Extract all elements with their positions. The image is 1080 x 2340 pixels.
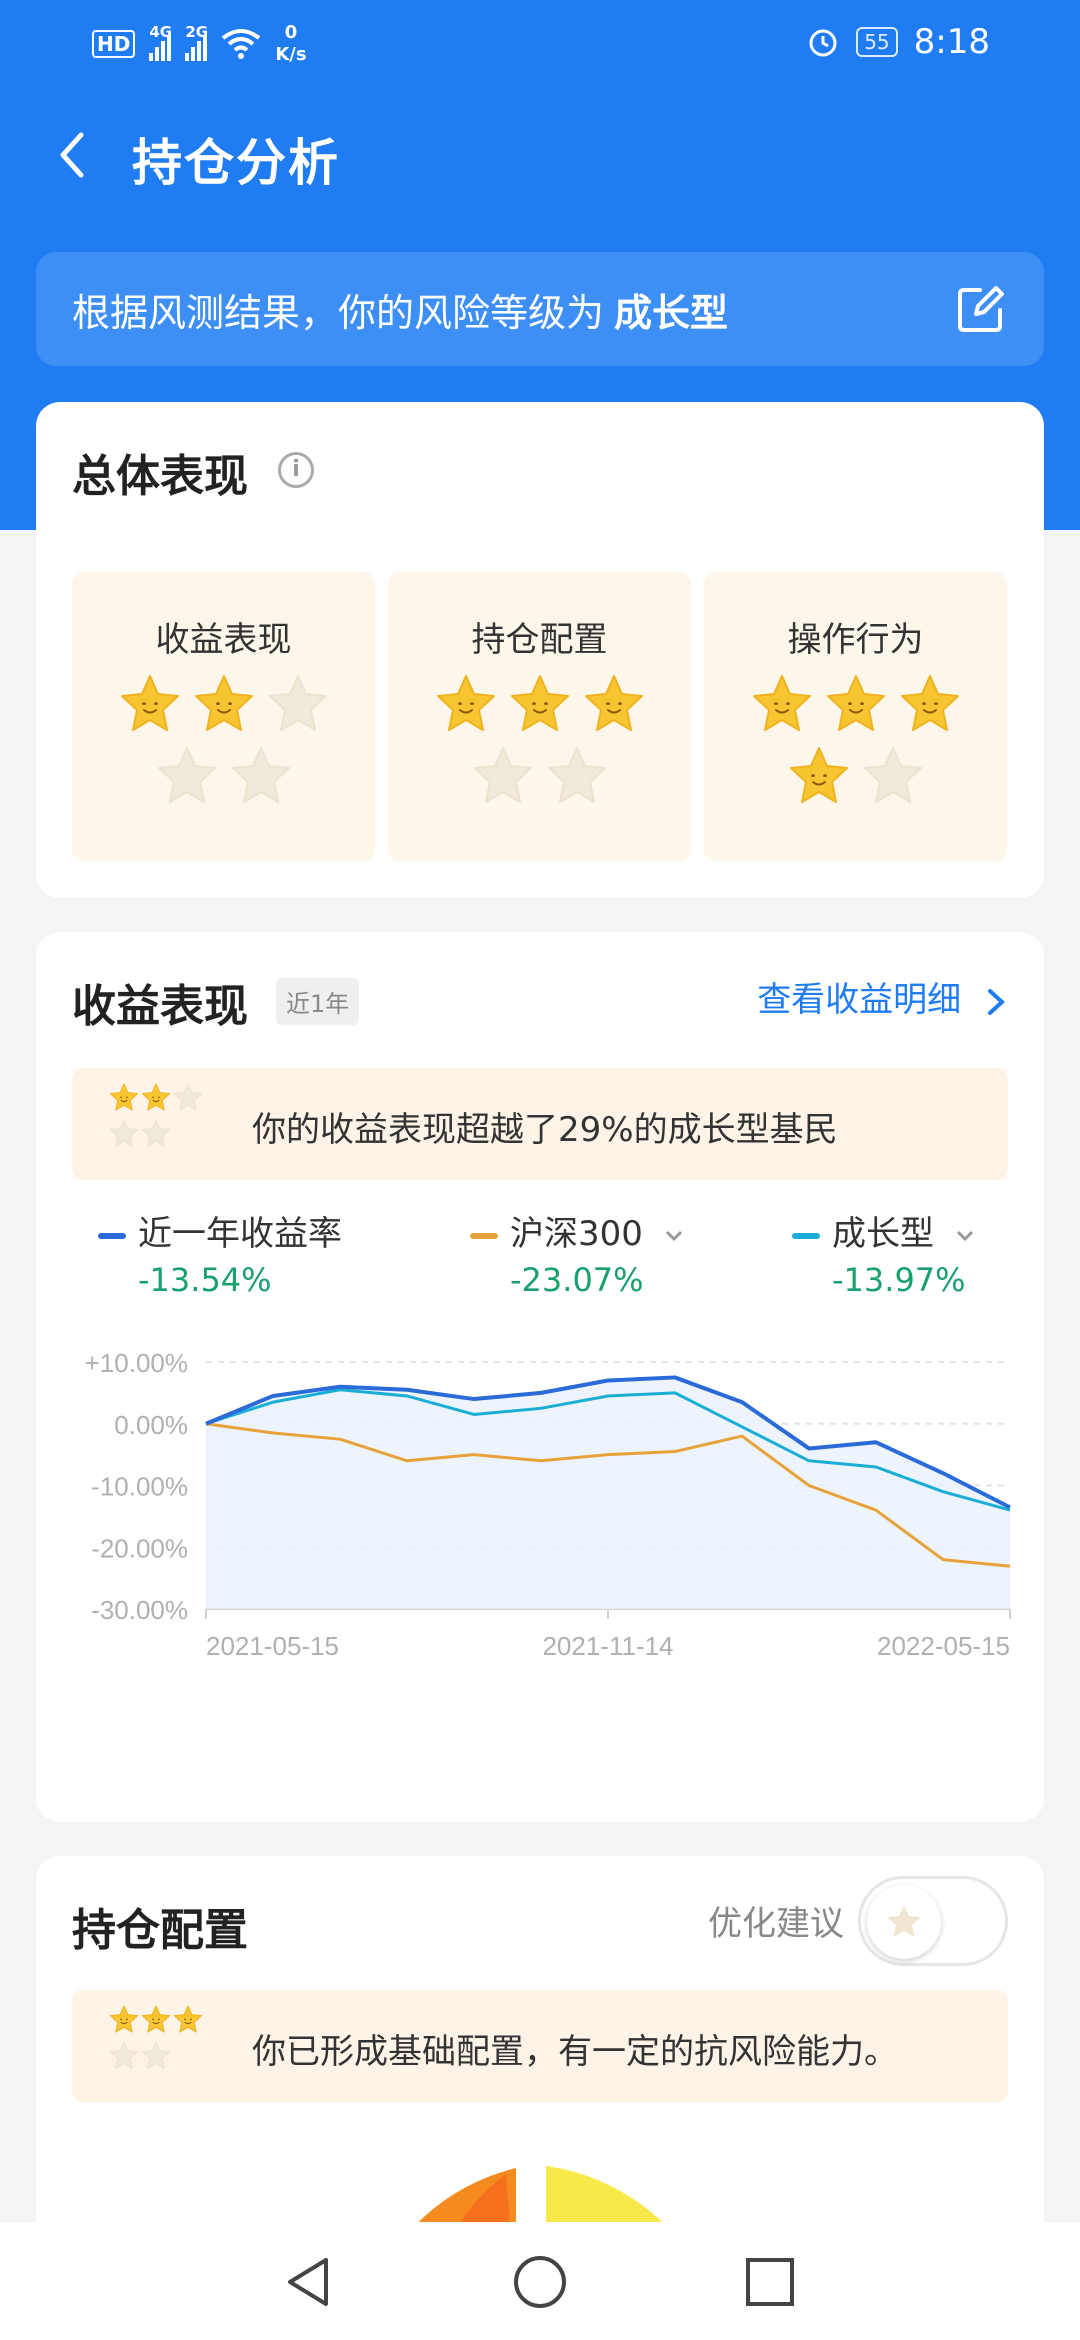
risk-level-banner[interactable]: 根据风测结果，你的风险等级为 成长型 [36, 252, 1044, 366]
view-returns-detail-link[interactable]: 查看收益明细 [757, 972, 1008, 1021]
returns-title: 收益表现 [72, 981, 248, 1032]
score-box-returns: 收益表现 [72, 572, 375, 862]
mini-star-empty-icon [173, 1083, 203, 1111]
nav-bar: 持仓分析 [0, 115, 1080, 195]
star-empty-icon [863, 747, 922, 803]
star-empty-icon [157, 747, 216, 803]
period-tag[interactable]: 近1年 [276, 978, 360, 1025]
note-stars [108, 1082, 208, 1154]
legend-value: -13.97% [832, 1261, 966, 1299]
risk-level-text: 根据风测结果，你的风险等级为 成长型 [72, 291, 729, 335]
legend-value: -23.07% [510, 1261, 644, 1299]
risk-level-value: 成长型 [614, 291, 729, 335]
holdings-card: 持仓配置 优化建议 你已形成基础配置，有一定的抗风险能力。 [36, 1856, 1044, 2306]
nav-recents-icon[interactable] [740, 2252, 800, 2312]
star-filled-icon [826, 675, 885, 731]
legend-item-portfolio[interactable]: 近一年收益率 -13.54% [98, 1206, 342, 1299]
x-tick-label: 2022-05-15 [877, 1631, 1010, 1661]
score-box-behavior: 操作行为 [704, 572, 1007, 862]
mini-star-filled-icon [173, 2005, 203, 2033]
score-label: 持仓配置 [471, 620, 608, 660]
legend-swatch [792, 1232, 820, 1239]
score-label: 操作行为 [787, 620, 924, 660]
returns-note: 你的收益表现超越了29%的成长型基民 [72, 1068, 1008, 1180]
overall-performance-card: 总体表现 i 收益表现 持仓配置 操作行为 [36, 402, 1044, 898]
score-stars [388, 672, 691, 810]
nav-back-icon[interactable] [280, 2252, 340, 2312]
page-title: 持仓分析 [132, 134, 340, 192]
toggle-knob [867, 1885, 941, 1959]
star-filled-icon [510, 675, 569, 731]
score-stars [72, 672, 375, 810]
hd-indicator: HD [92, 30, 136, 58]
edit-icon[interactable] [954, 282, 1008, 336]
star-filled-icon [900, 675, 959, 731]
signal-2g-icon: 2G [185, 23, 208, 61]
star-filled-icon [120, 675, 179, 731]
legend-swatch [98, 1232, 126, 1239]
returns-note-text: 你的收益表现超越了29%的成长型基民 [252, 1110, 838, 1150]
star-filled-icon [436, 675, 495, 731]
portfolio-area [206, 1377, 1010, 1609]
star-empty-icon [547, 747, 606, 803]
x-tick-label: 2021-05-15 [206, 1631, 339, 1661]
net-speed: 0 K/s [275, 22, 307, 65]
chevron-down-icon [956, 1230, 973, 1241]
optimize-toggle[interactable] [858, 1876, 1008, 1966]
legend-item-csi300[interactable]: 沪深300 -23.07% [470, 1206, 684, 1299]
mini-star-empty-icon [109, 1119, 139, 1147]
system-nav-bar [0, 2222, 1080, 2340]
star-icon [887, 1905, 921, 1937]
back-arrow-icon[interactable] [45, 125, 105, 185]
battery-indicator: 55 [856, 27, 898, 57]
holdings-note: 你已形成基础配置，有一定的抗风险能力。 [72, 1990, 1008, 2102]
info-icon[interactable]: i [278, 452, 314, 488]
clock: 8:18 [913, 22, 990, 62]
score-label: 收益表现 [155, 620, 292, 660]
star-empty-icon [268, 675, 327, 731]
x-tick-label: 2021-11-14 [542, 1631, 673, 1661]
nav-home-icon[interactable] [510, 2252, 570, 2312]
alarm-icon [809, 29, 837, 57]
star-filled-icon [752, 675, 811, 731]
mini-star-empty-icon [141, 2041, 171, 2069]
optimize-label: 优化建议 [708, 1904, 844, 1944]
status-bar: HD 4G 2G 0 K/s 55 8:18 [0, 0, 1080, 85]
legend-item-growth[interactable]: 成长型 -13.97% [792, 1206, 975, 1299]
legend-swatch [470, 1232, 498, 1239]
mini-star-filled-icon [109, 1083, 139, 1111]
returns-card: 收益表现 近1年 查看收益明细 你的收益表现超越了29%的成长型基民 近一年收益… [36, 932, 1044, 1822]
y-tick-label: -10.00% [91, 1472, 188, 1502]
holdings-note-text: 你已形成基础配置，有一定的抗风险能力。 [252, 2032, 898, 2072]
star-filled-icon [194, 675, 253, 731]
mini-star-empty-icon [141, 1119, 171, 1147]
score-stars [704, 672, 1007, 810]
overall-title: 总体表现 [72, 451, 248, 502]
holdings-title: 持仓配置 [72, 1905, 248, 1956]
star-empty-icon [231, 747, 290, 803]
mini-star-filled-icon [141, 1083, 171, 1111]
star-filled-icon [789, 747, 848, 803]
mini-star-filled-icon [109, 2005, 139, 2033]
score-box-allocation: 持仓配置 [388, 572, 691, 862]
y-tick-label: +10.00% [85, 1348, 188, 1378]
returns-chart[interactable]: +10.00% 0.00% -10.00% -20.00% -30.00% 2021-05… [36, 1332, 1044, 1732]
star-filled-icon [584, 675, 643, 731]
mini-star-empty-icon [109, 2041, 139, 2069]
y-tick-label: 0.00% [114, 1410, 188, 1440]
star-empty-icon [473, 747, 532, 803]
wifi-icon [222, 29, 261, 59]
legend-value: -13.54% [138, 1261, 272, 1299]
mini-star-filled-icon [141, 2005, 171, 2033]
chevron-down-icon [665, 1230, 682, 1241]
y-tick-label: -30.00% [91, 1595, 188, 1625]
chevron-right-icon [988, 988, 1005, 1015]
signal-4g-icon: 4G [149, 23, 172, 61]
y-tick-label: -20.00% [91, 1533, 188, 1563]
note-stars [108, 2004, 208, 2076]
